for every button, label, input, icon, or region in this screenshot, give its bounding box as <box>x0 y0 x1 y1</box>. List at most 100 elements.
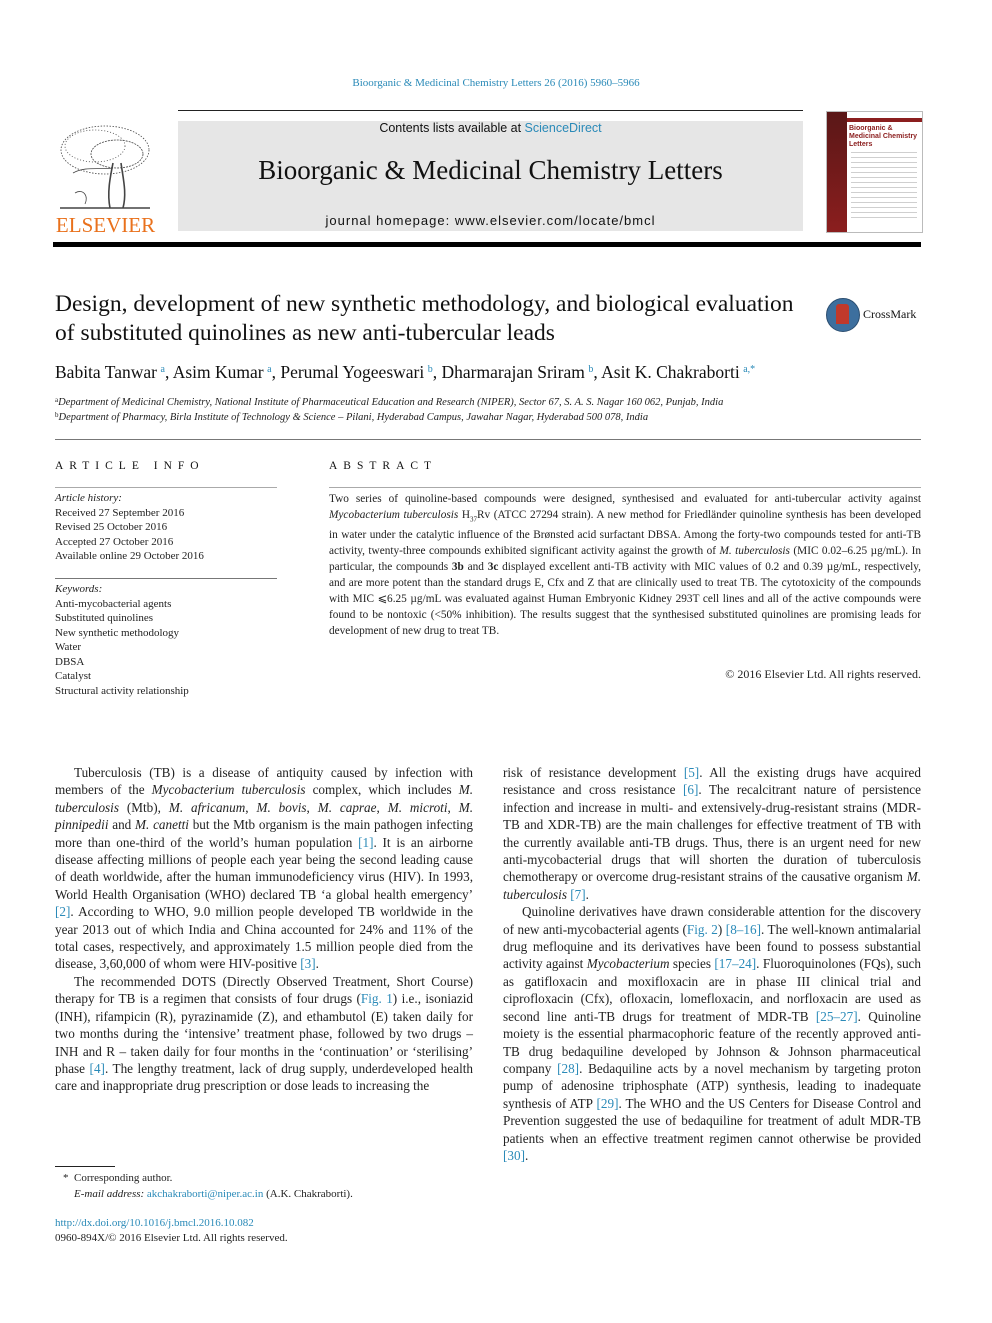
citation-link[interactable]: [30] <box>503 1148 525 1163</box>
header-rule <box>178 110 803 111</box>
article-title: Design, development of new synthetic met… <box>55 291 794 346</box>
italic-term: M. africanum <box>168 799 246 815</box>
divider <box>329 487 921 488</box>
author-name: Asim Kumar <box>172 362 264 382</box>
contents-prefix: Contents lists available at <box>379 121 525 135</box>
crossmark-button[interactable]: CrossMark <box>826 298 926 334</box>
email-owner: (A.K. Chakraborti). <box>263 1188 353 1200</box>
divider <box>55 578 277 579</box>
abstract-copyright: © 2016 Elsevier Ltd. All rights reserved… <box>725 667 921 681</box>
author-affiliation-mark[interactable]: b <box>428 364 433 375</box>
citation-link[interactable]: [8–16] <box>726 922 761 937</box>
elsevier-logo[interactable]: ELSEVIER <box>53 118 158 238</box>
italic-term: Mycobacterium <box>586 956 670 972</box>
author-name: Dharmarajan Sriram <box>441 362 585 382</box>
doi-link[interactable]: http://dx.doi.org/10.1016/j.bmcl.2016.10… <box>55 1216 475 1231</box>
footnote-star: * <box>63 1172 69 1184</box>
body-column-left: Tuberculosis (TB) is a disease of antiqu… <box>55 764 473 1095</box>
keyword: Substituted quinolines <box>55 612 154 624</box>
citation-link[interactable]: [29] <box>596 1096 618 1111</box>
keyword: DBSA <box>55 655 85 668</box>
citation-link[interactable]: [17–24] <box>714 956 756 971</box>
corresponding-label: Corresponding author. <box>74 1172 173 1184</box>
body-paragraph: Tuberculosis (TB) is a disease of antiqu… <box>55 765 474 972</box>
history-item: Accepted 27 October 2016 <box>55 535 174 548</box>
citation-link[interactable]: [28] <box>557 1061 579 1076</box>
citation-link[interactable]: [5] <box>684 765 699 780</box>
abstract-text: Two series of quinoline-based compounds … <box>329 491 921 639</box>
author-affiliation-mark[interactable]: b <box>588 364 593 375</box>
author[interactable]: Asim Kumar a <box>173 362 272 382</box>
keyword: Catalyst <box>55 670 92 682</box>
author-name: Babita Tanwar <box>55 362 157 382</box>
journal-homepage-link[interactable]: journal homepage: www.elsevier.com/locat… <box>178 213 803 228</box>
crossmark-label: CrossMark <box>863 307 917 321</box>
author[interactable]: Babita Tanwar a <box>55 362 165 382</box>
email-label: E-mail address: <box>74 1188 145 1200</box>
elsevier-tree-icon <box>60 125 150 209</box>
author-name: Asit K. Chakraborti <box>601 362 740 382</box>
journal-title: Bioorganic & Medicinal Chemistry Letters <box>258 155 723 185</box>
body-paragraph: Quinoline derivatives have drawn conside… <box>503 904 921 1163</box>
keyword: New synthetic methodology <box>55 626 180 639</box>
affiliation-text: Department of Medicinal Chemistry, Natio… <box>58 397 724 408</box>
keywords: Keywords: Anti-mycobacterial agents Subs… <box>55 582 277 698</box>
abstract-organism: M. tuberculosis <box>719 545 790 558</box>
keyword: Structural activity relationship <box>55 684 189 697</box>
contents-line: Contents lists available at ScienceDirec… <box>178 121 803 135</box>
header-thick-rule <box>53 242 921 247</box>
author[interactable]: Dharmarajan Sriram b <box>442 362 594 382</box>
history-label: Article history: <box>55 492 122 504</box>
abstract-segment: Two series of quinoline-based compounds … <box>329 493 921 505</box>
compound-label: 3c <box>487 561 499 574</box>
citation-link[interactable]: Fig. 2 <box>687 922 718 937</box>
email-line: E-mail address: akchakraborti@niper.ac.i… <box>55 1186 475 1202</box>
italic-term: M. bovis <box>256 799 307 815</box>
compound-label: 3b <box>451 561 464 574</box>
author[interactable]: Perumal Yogeeswari b <box>280 362 432 382</box>
author[interactable]: Asit K. Chakraborti a,* <box>601 362 755 382</box>
citation-link[interactable]: [4] <box>90 1061 105 1076</box>
corresponding-note: * Corresponding author. <box>55 1170 475 1186</box>
citation-link[interactable]: [25–27] <box>816 1009 858 1024</box>
journal-cover-thumbnail[interactable]: Bioorganic & Medicinal Chemistry Letters <box>826 111 923 233</box>
citation-link[interactable]: Fig. 1 <box>361 991 393 1006</box>
affiliation: bDepartment of Pharmacy, Birla Institute… <box>55 411 915 423</box>
italic-term: Mycobacterium tuberculosis <box>151 782 306 798</box>
citation-link[interactable]: [2] <box>55 904 70 919</box>
cover-title: Bioorganic & Medicinal Chemistry Letters <box>849 125 918 148</box>
crossmark-ribbon-icon <box>836 304 849 324</box>
citation-link[interactable]: [7] <box>570 887 585 902</box>
author-name: Perumal Yogeeswari <box>280 362 425 382</box>
italic-term: M. caprae <box>317 799 377 815</box>
sciencedirect-link[interactable]: ScienceDirect <box>525 121 602 135</box>
issn-copyright: 0960-894X/© 2016 Elsevier Ltd. All right… <box>55 1232 288 1244</box>
author-affiliation-mark[interactable]: a <box>267 364 271 375</box>
abstract-organism: Mycobacterium tuberculosis <box>329 509 459 521</box>
divider <box>55 439 921 440</box>
doi-block: http://dx.doi.org/10.1016/j.bmcl.2016.10… <box>55 1216 475 1246</box>
history-item: Revised 25 October 2016 <box>55 521 168 533</box>
cover-spine <box>827 112 847 232</box>
citation-link[interactable]: [3] <box>300 956 315 971</box>
citation-link[interactable]: [1] <box>358 835 373 850</box>
author-affiliation-mark[interactable]: a,* <box>743 364 755 375</box>
divider <box>55 487 277 488</box>
keyword: Water <box>55 641 81 653</box>
email-link[interactable]: akchakraborti@niper.ac.in <box>147 1188 263 1200</box>
body-paragraph: The recommended DOTS (Directly Observed … <box>55 973 473 1094</box>
author-list: Babita Tanwar a, Asim Kumar a, Perumal Y… <box>55 362 756 382</box>
journal-banner: Contents lists available at ScienceDirec… <box>178 121 803 231</box>
elsevier-wordmark: ELSEVIER <box>55 213 156 237</box>
article-info-heading: ARTICLE INFO <box>55 460 205 472</box>
body-paragraph: risk of resistance development [5]. All … <box>503 765 921 902</box>
journal-reference[interactable]: Bioorganic & Medicinal Chemistry Letters… <box>0 77 992 89</box>
keywords-label: Keywords: <box>55 583 103 595</box>
abstract-segment: and <box>463 561 488 574</box>
author-affiliation-mark[interactable]: a <box>160 364 164 375</box>
keyword: Anti-mycobacterial agents <box>55 597 172 610</box>
citation-link[interactable]: [6] <box>683 782 698 797</box>
italic-term: M. microti <box>387 799 448 815</box>
abstract-subscript: 37 <box>470 515 478 524</box>
article-history: Article history: Received 27 September 2… <box>55 491 277 564</box>
